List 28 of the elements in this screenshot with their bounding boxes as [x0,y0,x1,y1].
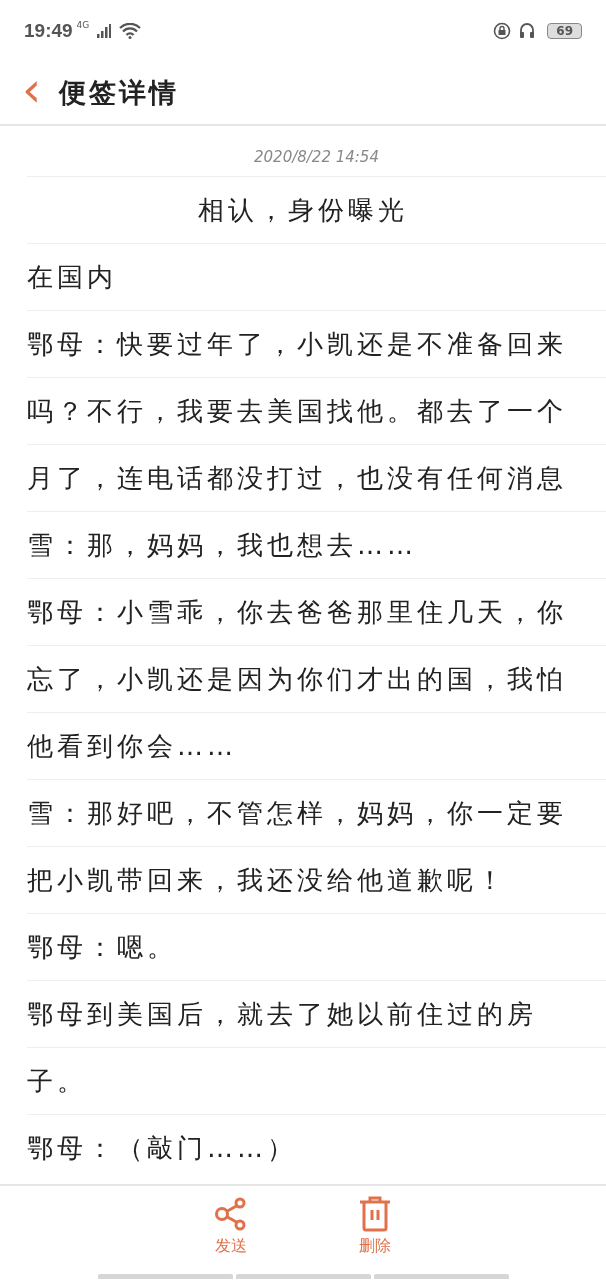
status-time: 19:49 [24,20,73,42]
note-line: 鄂母：小雪乖，你去爸爸那里住几天，你 [27,595,567,629]
signal-icon [97,24,112,38]
page-title: 便签详情 [59,76,180,110]
rotation-lock-icon [493,22,512,40]
note-line: 在国内 [27,260,117,294]
note-line: 鄂母：（敲门……） [27,1131,297,1165]
note-line: 忘了，小凯还是因为你们才出的国，我怕 [27,662,567,696]
network-label: 4G [76,20,90,30]
note-line: 月了，连电话都没打过，也没有任何消息 [27,461,567,495]
trash-icon [358,1196,392,1232]
note-line: 吗？不行，我要去美国找他。都去了一个 [27,394,567,428]
send-button[interactable]: 发送 [214,1196,248,1260]
note-line: 雪：那，妈妈，我也想去…… [27,528,417,562]
wifi-icon [119,23,142,39]
note-line: 鄂母：嗯。 [27,930,177,964]
delete-button[interactable]: 删除 [358,1196,392,1260]
note-date: 2020/8/22 14:54 [253,147,380,168]
note-title: 相认，身份曝光 [198,193,408,227]
note-line: 鄂母：快要过年了，小凯还是不准备回来 [27,327,567,361]
note-line: 子。 [27,1064,87,1098]
battery-level: 69 [547,23,582,39]
note-line: 雪：那好吧，不管怎样，妈妈，你一定要 [27,796,567,830]
note-line: 把小凯带回来，我还没给他道歉呢！ [27,863,507,897]
note-line: 鄂母到美国后，就去了她以前住过的房 [27,997,537,1031]
share-icon [214,1196,248,1232]
headphones-icon [519,22,536,40]
note-line: 他看到你会…… [27,729,237,763]
